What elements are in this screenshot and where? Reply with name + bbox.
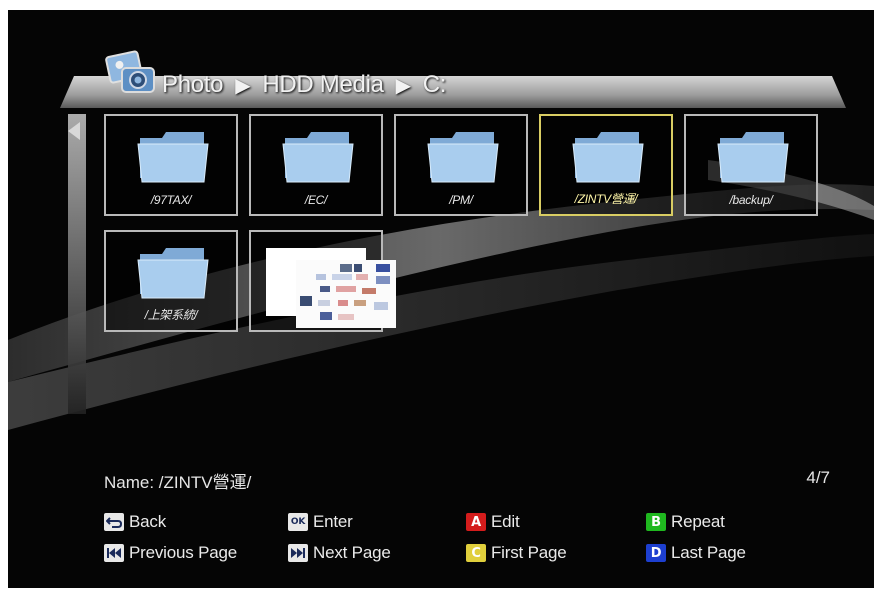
- tv-screen: Photo ▶ HDD Media ▶ C: /97TAX/ /EC/ /PM/…: [8, 10, 874, 588]
- back-key-icon: [104, 513, 124, 531]
- legend-first-page-label: First Page: [491, 543, 567, 562]
- legend-previous-page[interactable]: Previous Page: [104, 543, 237, 563]
- grid-item-folder[interactable]: /PM/: [394, 114, 528, 216]
- green-b-key-icon: B: [646, 513, 666, 531]
- breadcrumb-separator-icon: ▶: [235, 74, 251, 97]
- grid-item-folder-selected[interactable]: /ZINTV營運/: [539, 114, 673, 216]
- breadcrumb-drive[interactable]: C:: [423, 71, 447, 99]
- grid-item-folder[interactable]: /backup/: [684, 114, 818, 216]
- folder-label: /backup/: [729, 193, 773, 207]
- legend-last-page[interactable]: D Last Page: [646, 543, 746, 563]
- folder-label: /ZINTV營運/: [574, 192, 638, 206]
- image-thumbnail: [266, 248, 396, 328]
- folder-label: /上架系統/: [144, 308, 198, 322]
- legend-edit-label: Edit: [491, 512, 520, 531]
- breadcrumb-photo[interactable]: Photo: [162, 71, 224, 99]
- name-value: /ZINTV營運/: [158, 473, 252, 492]
- grid-item-folder[interactable]: /上架系統/: [104, 230, 238, 332]
- legend-previous-page-label: Previous Page: [129, 543, 237, 562]
- prev-page-icon: [104, 544, 124, 562]
- folder-icon: [282, 132, 354, 183]
- photo-app-icon: [105, 50, 155, 93]
- red-a-key-icon: A: [466, 513, 486, 531]
- breadcrumb-hdd-media[interactable]: HDD Media: [262, 71, 384, 99]
- folder-icon: [572, 132, 644, 183]
- page-counter: 4/7: [806, 468, 830, 487]
- legend-edit[interactable]: A Edit: [466, 512, 520, 532]
- ok-key-icon: OK: [288, 513, 308, 531]
- breadcrumb-separator-icon: ▶: [395, 74, 411, 97]
- vertical-scrollbar[interactable]: [66, 114, 88, 414]
- blue-d-key-icon: D: [646, 544, 666, 562]
- legend-next-page-label: Next Page: [313, 543, 391, 562]
- grid-item-image[interactable]: [249, 230, 396, 332]
- name-label: Name:: [104, 473, 159, 492]
- next-page-icon: [288, 544, 308, 562]
- folder-icon: [137, 248, 209, 299]
- legend-next-page[interactable]: Next Page: [288, 543, 391, 563]
- legend-back-label: Back: [129, 512, 166, 531]
- legend-first-page[interactable]: C First Page: [466, 543, 567, 563]
- legend-enter[interactable]: OK Enter: [288, 512, 353, 532]
- folder-icon: [137, 132, 209, 183]
- yellow-c-key-icon: C: [466, 544, 486, 562]
- breadcrumb: Photo ▶ HDD Media ▶ C:: [162, 68, 446, 102]
- folder-icon: [717, 132, 789, 183]
- grid-item-folder[interactable]: /97TAX/: [104, 114, 238, 216]
- legend-repeat[interactable]: B Repeat: [646, 512, 725, 532]
- scroll-up-arrow-icon[interactable]: [68, 122, 80, 140]
- legend-repeat-label: Repeat: [671, 512, 725, 531]
- legend-enter-label: Enter: [313, 512, 353, 531]
- folder-label: /97TAX/: [150, 193, 192, 207]
- folder-label: /PM/: [449, 193, 473, 207]
- folder-label: /EC/: [304, 193, 328, 207]
- folder-icon: [427, 132, 499, 183]
- diagram-thumbnail-icon: [296, 260, 396, 328]
- legend-last-page-label: Last Page: [671, 543, 746, 562]
- legend-back[interactable]: Back: [104, 512, 166, 532]
- grid-item-folder[interactable]: /EC/: [249, 114, 383, 216]
- selected-name: Name: /ZINTV營運/: [104, 468, 251, 493]
